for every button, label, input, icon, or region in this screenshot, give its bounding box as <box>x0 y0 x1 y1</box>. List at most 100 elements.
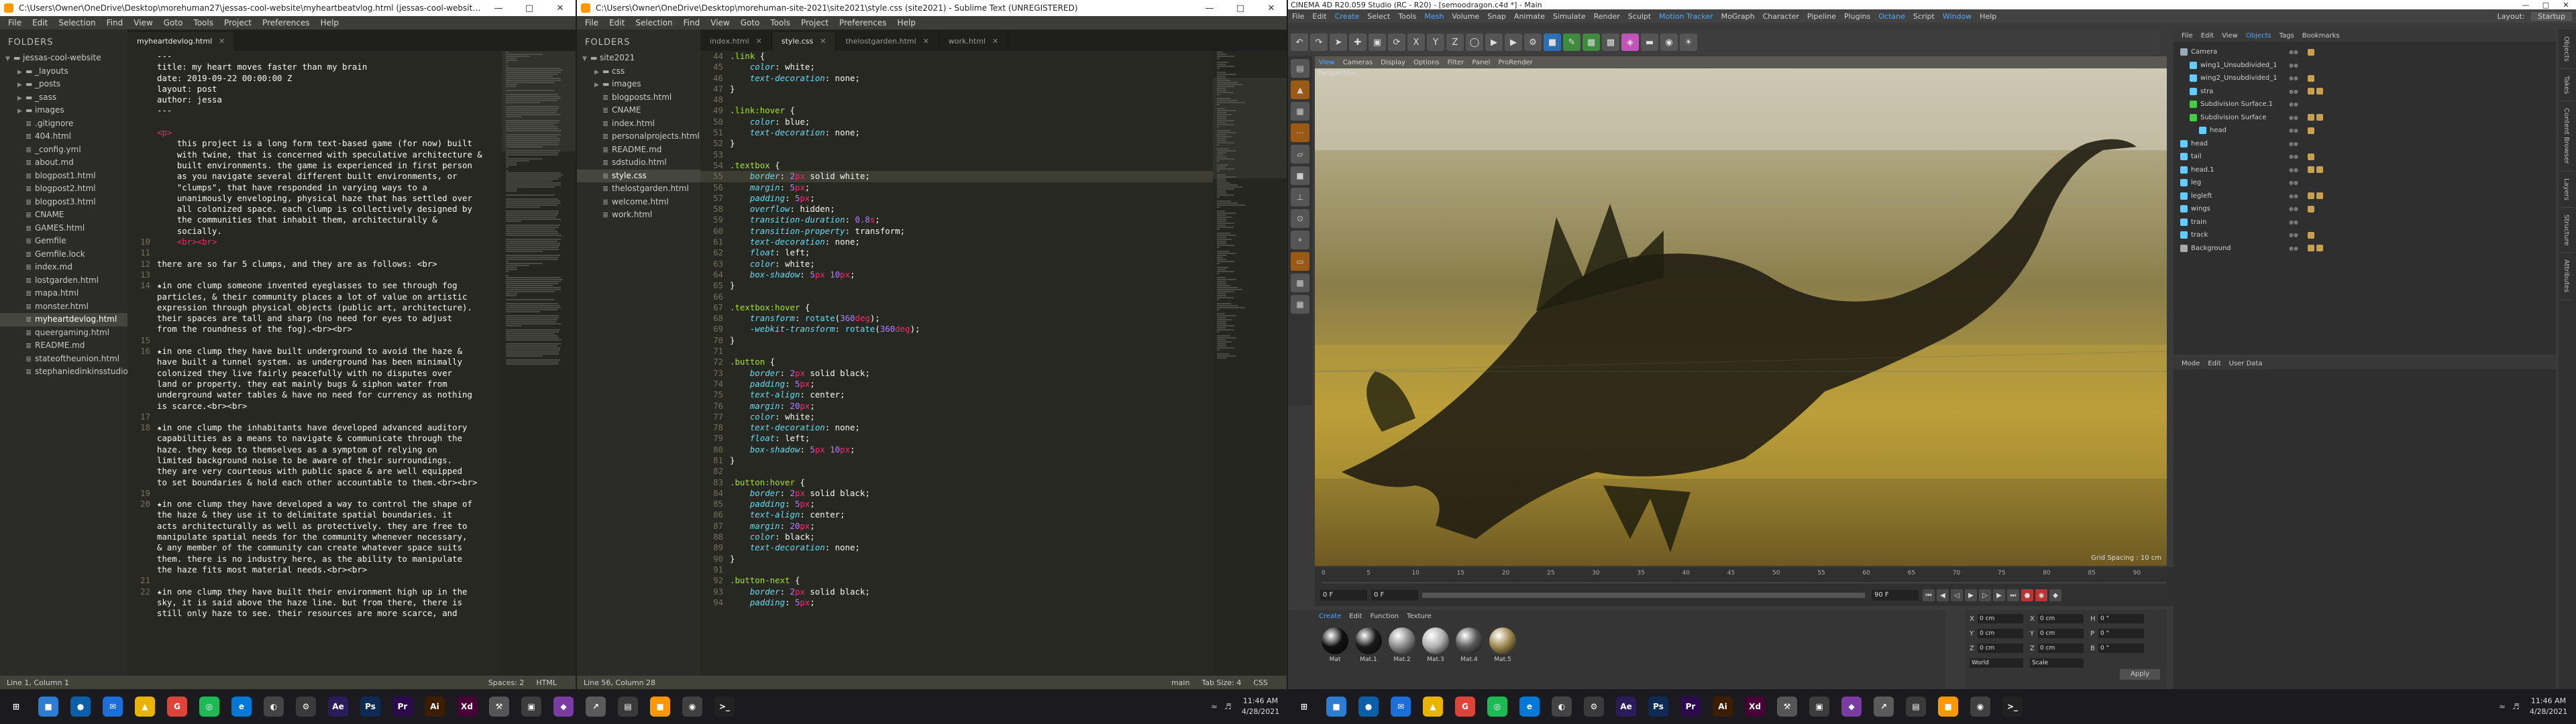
undo-icon[interactable]: ↶ <box>1291 34 1308 51</box>
menu-item[interactable]: Motion Tracker <box>1655 12 1717 21</box>
sidebar-item[interactable]: ≣ about.md <box>0 156 127 170</box>
material-menu-item[interactable]: Create <box>1315 613 1345 620</box>
next-frame-icon[interactable]: ▷ <box>1979 589 1991 601</box>
sidebar-item[interactable]: ≣ blogpost1.html <box>0 170 127 183</box>
coord-space-dropdown[interactable]: World <box>1970 658 2023 668</box>
object-menu-item[interactable]: File <box>2178 32 2197 40</box>
timeline[interactable]: 0 5 10 15 20 25 30 35 40 45 50 55 60 65 70 75 80 85 90 0 F… <box>1315 567 2174 606</box>
layout-selector[interactable]: Layout: Startup <box>2489 11 2576 21</box>
manager-tab[interactable]: Structure <box>2559 208 2574 253</box>
cube-icon[interactable]: ■ <box>1544 34 1561 51</box>
sidebar-item[interactable]: ≣ monster.html <box>0 300 127 314</box>
visibility-dots-icon[interactable]: ●● <box>2289 176 2298 190</box>
object-row[interactable]: track ●● <box>2174 229 2556 242</box>
sidebar-item[interactable]: ≣ CNAME <box>0 208 127 222</box>
tab-myheartdevlog[interactable]: myheartdevlog.html ✕ <box>127 32 235 51</box>
sidebar-item[interactable]: ▶ ▬ css <box>577 65 700 78</box>
close-tab-icon[interactable]: ✕ <box>219 37 225 46</box>
attribute-menu-item[interactable]: Mode <box>2178 360 2204 367</box>
menu-item[interactable]: Plugins <box>1840 12 1874 21</box>
status-item[interactable]: HTML <box>536 678 557 687</box>
render-view-icon[interactable]: ▶ <box>1485 34 1503 51</box>
material-tag-icon[interactable] <box>2308 231 2314 239</box>
menu-item[interactable]: Tools <box>1394 12 1420 21</box>
menu-item[interactable]: Mesh <box>1420 12 1448 21</box>
autokey-icon[interactable]: ◉ <box>2035 589 2047 601</box>
taskbar-app-icon[interactable]: ⚙ <box>296 697 316 717</box>
collapse-arrow-icon[interactable]: ▶ <box>17 105 25 117</box>
material-tag-icon[interactable] <box>2308 166 2314 174</box>
taskbar-app-icon[interactable]: ↗ <box>1874 697 1894 717</box>
sidebar-item[interactable]: ≣ stateoftheunion.html <box>0 353 127 366</box>
menu-item[interactable]: Help <box>315 18 344 27</box>
status-item[interactable]: main <box>1171 678 1189 687</box>
menu-item[interactable]: Selection <box>630 18 678 27</box>
material-tag-icon[interactable] <box>2308 88 2314 95</box>
volume-icon[interactable]: ♬ <box>1224 702 1232 711</box>
menu-item[interactable]: Volume <box>1448 12 1483 21</box>
material-tag-icon[interactable] <box>2308 153 2314 160</box>
play-icon[interactable]: ▶ <box>1965 589 1977 601</box>
minimap[interactable] <box>502 51 576 676</box>
object-row[interactable]: train ●● <box>2174 216 2556 229</box>
menu-item[interactable]: View <box>705 18 735 27</box>
taskbar-app-icon[interactable]: ▤ <box>1906 697 1926 717</box>
sidebar-item[interactable]: ≣ personalprojects.html <box>577 130 700 143</box>
minimize-button[interactable]: — <box>2516 1 2536 9</box>
collapse-arrow-icon[interactable]: ▶ <box>594 66 602 78</box>
menu-item[interactable]: Tools <box>765 18 796 27</box>
close-tab-icon[interactable]: ✕ <box>820 37 826 46</box>
visibility-dots-icon[interactable]: ●● <box>2289 150 2298 164</box>
taskbar-app-icon[interactable]: ▤ <box>618 697 638 717</box>
object-row[interactable]: Subdivision Surface ●● <box>2174 111 2556 125</box>
close-button[interactable]: ✕ <box>2556 1 2576 9</box>
sidebar-item[interactable]: ≣ myheartdevlog.html <box>0 313 127 326</box>
maximize-button[interactable]: □ <box>514 3 545 13</box>
visibility-dots-icon[interactable]: ●● <box>2289 111 2298 125</box>
sidebar-item[interactable]: ≣ README.md <box>577 143 700 157</box>
tab[interactable]: style.css ✕ <box>771 32 837 51</box>
menu-item[interactable]: Help <box>892 18 921 27</box>
sidebar-item[interactable]: ≣ Gemfile.lock <box>0 248 127 261</box>
material-tag-icon[interactable] <box>2308 245 2314 252</box>
sidebar-item[interactable]: ≣ welcome.html <box>577 196 700 209</box>
menu-item[interactable]: Goto <box>158 18 189 27</box>
taskbar-app-icon[interactable]: Ae <box>328 697 348 717</box>
taskbar-app-icon[interactable]: Xd <box>457 697 477 717</box>
status-item[interactable]: CSS <box>1253 678 1268 687</box>
visibility-dots-icon[interactable]: ●● <box>2289 59 2298 72</box>
material-swatch[interactable]: Mat.2 <box>1387 627 1417 663</box>
taskbar-app-icon[interactable]: e <box>1519 697 1540 717</box>
coord-field[interactable]: 0 cm <box>2038 614 2084 623</box>
visibility-dots-icon[interactable]: ●● <box>2289 164 2298 177</box>
sidebar-item[interactable]: ≣ lostgarden.html <box>0 274 127 288</box>
maximize-button[interactable]: □ <box>1225 3 1256 13</box>
coord-field[interactable]: 0 ° <box>2098 629 2144 638</box>
object-menu-item[interactable]: Objects <box>2242 32 2275 40</box>
viewport-menu-item[interactable]: ProRender <box>1494 59 1536 66</box>
axis-mode-icon[interactable]: ⊥ <box>1291 188 1309 206</box>
menu-item[interactable]: Project <box>219 18 257 27</box>
previous-key-icon[interactable]: ◀ <box>1937 589 1949 601</box>
code-area[interactable]: 44 .link {45 color: white; 46 text-decorat… <box>700 51 1213 676</box>
taskbar-app-icon[interactable]: Xd <box>1745 697 1765 717</box>
sidebar-item[interactable]: ≣ style.css <box>577 169 700 182</box>
taskbar-app-icon[interactable]: Ai <box>1713 697 1733 717</box>
next-key-icon[interactable]: ▶ <box>1993 589 2005 601</box>
menu-item[interactable]: Project <box>796 18 834 27</box>
expand-arrow-icon[interactable]: ▼ <box>5 53 13 65</box>
coord-size-dropdown[interactable]: Scale <box>2030 658 2084 668</box>
menu-item[interactable]: Snap <box>1483 12 1510 21</box>
visibility-dots-icon[interactable]: ●● <box>2289 190 2298 203</box>
material-menu-item[interactable]: Edit <box>1345 613 1366 620</box>
sidebar-item[interactable]: ▶ ▬ images <box>577 78 700 91</box>
coord-field[interactable]: 0 cm <box>1978 629 2023 638</box>
minimap[interactable] <box>1213 51 1287 676</box>
sidebar-item[interactable]: ≣ blogpost3.html <box>0 196 127 209</box>
minimize-button[interactable]: — <box>483 3 514 13</box>
taskbar-app-icon[interactable]: >_ <box>2002 697 2023 717</box>
object-row[interactable]: head ●● <box>2174 124 2556 137</box>
material-swatch[interactable]: Mat.4 <box>1454 627 1484 663</box>
taskbar-app-icon[interactable]: Pr <box>392 697 413 717</box>
sidebar-item[interactable]: ≣ blogpost2.html <box>0 182 127 196</box>
